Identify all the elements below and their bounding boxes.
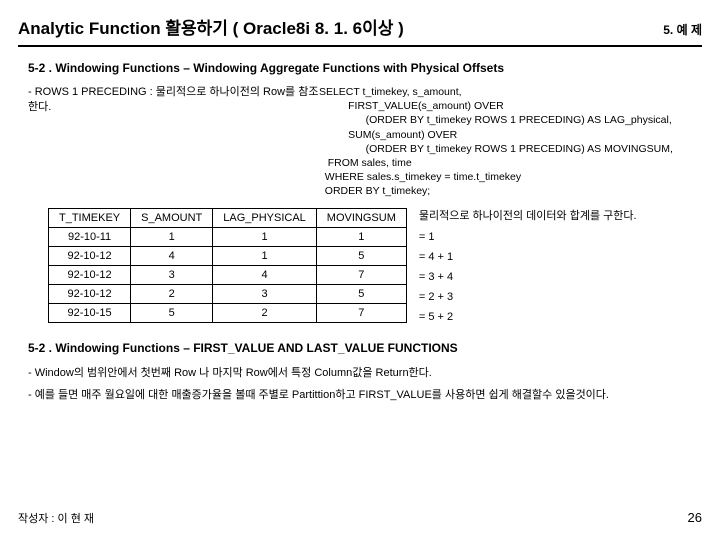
section1-heading: 5-2 . Windowing Functions – Windowing Ag… — [28, 61, 702, 75]
cell: 1 — [316, 228, 406, 247]
cell: 7 — [316, 266, 406, 285]
col-header: T_TIMEKEY — [49, 209, 131, 228]
page-title: Analytic Function 활용하기 ( Oracle8i 8. 1. … — [18, 14, 404, 39]
equation: = 1 — [419, 227, 637, 247]
header-bar: Analytic Function 활용하기 ( Oracle8i 8. 1. … — [18, 14, 702, 47]
equation: = 5 + 2 — [419, 307, 637, 327]
table-row: 92-10-11 1 1 1 — [49, 228, 407, 247]
section2-desc2: - 예를 들면 매주 월요일에 대한 매출증가율을 볼때 주별로 Partitt… — [28, 387, 702, 404]
cell: 3 — [131, 266, 213, 285]
cell: 92-10-12 — [49, 247, 131, 266]
cell: 5 — [131, 304, 213, 323]
side-notes: 물리적으로 하나이전의 데이터와 합계를 구한다. = 1 = 4 + 1 = … — [419, 208, 637, 327]
equation: = 4 + 1 — [419, 247, 637, 267]
sql-line: SELECT t_timekey, s_amount, — [319, 85, 702, 99]
sql-block: SELECT t_timekey, s_amount, FIRST_VALUE(… — [319, 85, 702, 198]
equation: = 3 + 4 — [419, 267, 637, 287]
left-note: - ROWS 1 PRECEDING : 물리적으로 하나이전의 Row를 참조… — [18, 85, 319, 198]
table-row: 92-10-12 3 4 7 — [49, 266, 407, 285]
result-area: T_TIMEKEY S_AMOUNT LAG_PHYSICAL MOVINGSU… — [48, 208, 702, 327]
section2: 5-2 . Windowing Functions – FIRST_VALUE … — [18, 341, 702, 404]
result-table: T_TIMEKEY S_AMOUNT LAG_PHYSICAL MOVINGSU… — [48, 208, 407, 323]
sql-line: FIRST_VALUE(s_amount) OVER — [319, 99, 702, 113]
section2-desc1: - Window의 범위안에서 첫번째 Row 나 마지막 Row에서 특정 C… — [28, 365, 702, 382]
cell: 92-10-12 — [49, 266, 131, 285]
section2-heading: 5-2 . Windowing Functions – FIRST_VALUE … — [28, 341, 702, 355]
sql-line: (ORDER BY t_timekey ROWS 1 PRECEDING) AS… — [319, 113, 702, 127]
sql-line: FROM sales, time — [319, 156, 702, 170]
col-header: LAG_PHYSICAL — [213, 209, 317, 228]
cell: 5 — [316, 285, 406, 304]
sql-line: ORDER BY t_timekey; — [319, 184, 702, 198]
table-row: 92-10-15 5 2 7 — [49, 304, 407, 323]
col-header: MOVINGSUM — [316, 209, 406, 228]
cell: 92-10-11 — [49, 228, 131, 247]
page-number: 26 — [688, 510, 702, 526]
cell: 7 — [316, 304, 406, 323]
cell: 4 — [213, 266, 317, 285]
cell: 2 — [131, 285, 213, 304]
cell: 5 — [316, 247, 406, 266]
col-header: S_AMOUNT — [131, 209, 213, 228]
cell: 1 — [131, 228, 213, 247]
cell: 3 — [213, 285, 317, 304]
table-header-row: T_TIMEKEY S_AMOUNT LAG_PHYSICAL MOVINGSU… — [49, 209, 407, 228]
table-row: 92-10-12 2 3 5 — [49, 285, 407, 304]
cell: 1 — [213, 228, 317, 247]
side-note-top: 물리적으로 하나이전의 데이터와 합계를 구한다. — [419, 208, 637, 225]
cell: 2 — [213, 304, 317, 323]
footer: 작성자 : 이 현 재 26 — [18, 510, 702, 526]
table-row: 92-10-12 4 1 5 — [49, 247, 407, 266]
author-label: 작성자 : 이 현 재 — [18, 510, 94, 526]
example-label: 5. 예 제 — [663, 21, 702, 38]
sql-line: WHERE sales.s_timekey = time.t_timekey — [319, 170, 702, 184]
sql-line: SUM(s_amount) OVER — [319, 128, 702, 142]
cell: 1 — [213, 247, 317, 266]
cell: 92-10-12 — [49, 285, 131, 304]
cell: 92-10-15 — [49, 304, 131, 323]
sql-line: (ORDER BY t_timekey ROWS 1 PRECEDING) AS… — [319, 142, 702, 156]
cell: 4 — [131, 247, 213, 266]
section1-body: - ROWS 1 PRECEDING : 물리적으로 하나이전의 Row를 참조… — [18, 85, 702, 198]
equation: = 2 + 3 — [419, 287, 637, 307]
